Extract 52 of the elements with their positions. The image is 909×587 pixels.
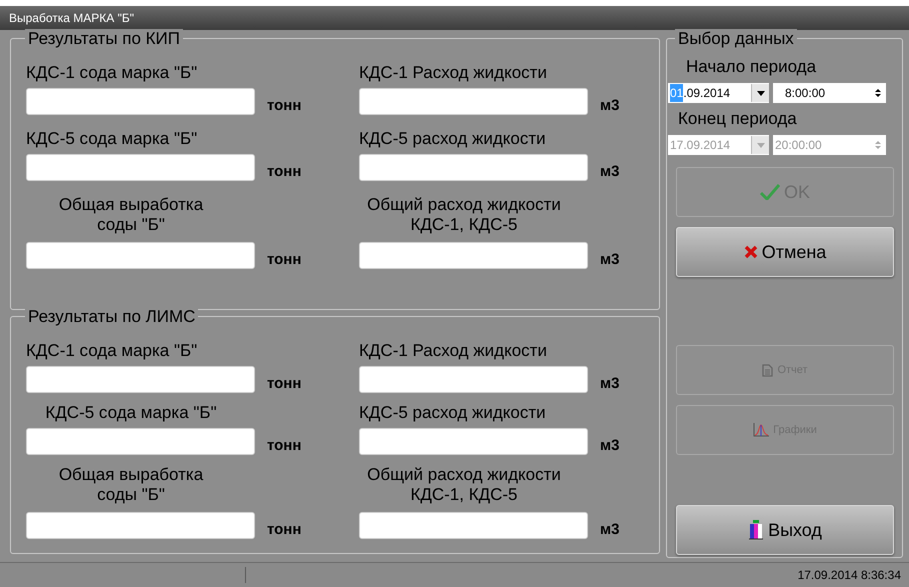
input-field[interactable] bbox=[26, 428, 255, 455]
unit-label: тонн bbox=[267, 375, 302, 393]
document-icon bbox=[762, 364, 774, 376]
action-button[interactable]: Выход bbox=[676, 505, 894, 555]
close-icon bbox=[744, 245, 758, 259]
field-label: КДС-5 расход жидкости bbox=[359, 403, 547, 423]
unit-label: м3 bbox=[600, 163, 620, 181]
input-field[interactable] bbox=[359, 366, 588, 393]
unit-label: м3 bbox=[600, 375, 620, 393]
field-label: КДС-5 расход жидкости bbox=[359, 129, 547, 149]
field-label: Общий расход жидкости КДС-1, КДС-5 bbox=[366, 195, 562, 235]
input-field[interactable] bbox=[359, 512, 588, 539]
group-title: Результаты по КИП bbox=[25, 29, 183, 49]
unit-label: тонн bbox=[267, 163, 302, 181]
period-label: Конец периода bbox=[678, 109, 798, 129]
group-title: Результаты по ЛИМС bbox=[25, 307, 198, 327]
field-label: КДС-5 сода марка "Б" bbox=[26, 129, 198, 149]
unit-label: тонн bbox=[267, 97, 302, 115]
unit-label: м3 bbox=[600, 521, 620, 539]
unit-label: тонн bbox=[267, 251, 302, 269]
time-spinner[interactable]: 8:00:00 bbox=[773, 83, 886, 103]
input-field[interactable] bbox=[26, 154, 255, 181]
unit-label: м3 bbox=[600, 437, 620, 455]
field-label: КДС-1 Расход жидкости bbox=[359, 63, 548, 83]
unit-label: м3 bbox=[600, 97, 620, 115]
field-label: Общая выработка соды "Б" bbox=[58, 195, 204, 235]
unit-label: м3 bbox=[600, 251, 620, 269]
group-title: Выбор данных bbox=[675, 29, 797, 49]
input-field[interactable] bbox=[359, 88, 588, 115]
unit-label: тонн bbox=[267, 521, 302, 539]
field-label: Общая выработка соды "Б" bbox=[58, 465, 204, 505]
door-icon bbox=[748, 520, 764, 540]
field-label: КДС-1 сода марка "Б" bbox=[26, 63, 198, 83]
input-field[interactable] bbox=[359, 428, 588, 455]
unit-label: тонн bbox=[267, 437, 302, 455]
field-label: КДС-5 сода марка "Б" bbox=[44, 403, 218, 423]
input-field[interactable] bbox=[26, 242, 255, 269]
input-field[interactable] bbox=[26, 512, 255, 539]
chart-icon bbox=[753, 423, 770, 437]
date-picker[interactable]: 01.09.2014 bbox=[668, 83, 769, 103]
period-label: Начало периода bbox=[685, 57, 818, 77]
field-label: КДС-1 сода марка "Б" bbox=[26, 341, 198, 361]
input-field[interactable] bbox=[26, 366, 255, 393]
check-icon bbox=[760, 184, 780, 200]
input-field[interactable] bbox=[359, 154, 588, 181]
field-label: КДС-1 Расход жидкости bbox=[359, 341, 548, 361]
status-time: 17.09.2014 8:36:34 bbox=[798, 567, 902, 584]
input-field[interactable] bbox=[359, 242, 588, 269]
window-title: Выработка МАРКА "Б" bbox=[9, 10, 134, 27]
field-label: Общий расход жидкости КДС-1, КДС-5 bbox=[366, 465, 562, 505]
action-button[interactable]: Отмена bbox=[676, 227, 894, 277]
input-field[interactable] bbox=[26, 88, 255, 115]
